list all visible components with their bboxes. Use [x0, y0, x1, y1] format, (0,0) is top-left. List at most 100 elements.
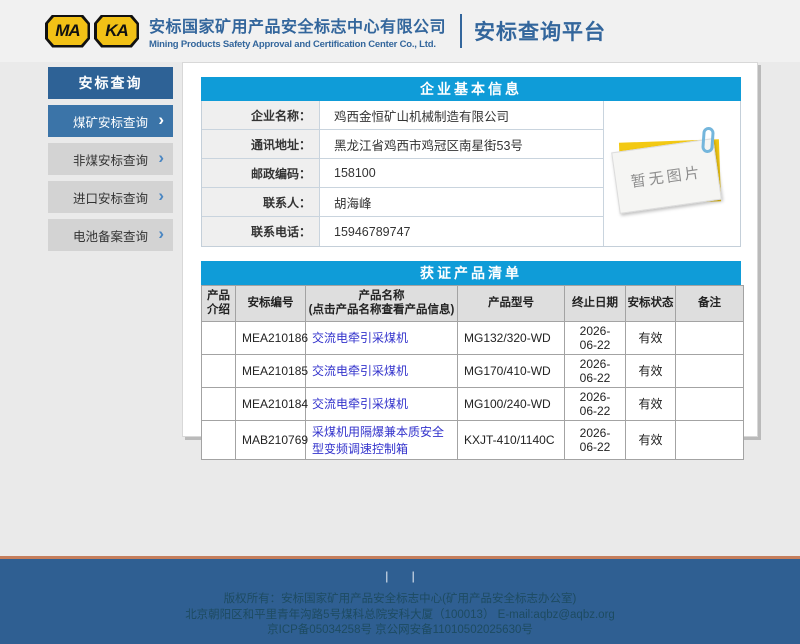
product-remark: [676, 321, 744, 354]
product-row: MEA210184 交流电牵引采煤机 MG100/240-WD 2026-06-…: [202, 387, 744, 420]
main-area: 安标查询 煤矿安标查询 › 非煤安标查询 › 进口安标查询 › 电池备案查询 ›…: [0, 62, 800, 556]
org-name-en: Mining Products Safety Approval and Cert…: [149, 39, 446, 50]
products-header-row: 产品介绍 安标编号 产品名称 (点击产品名称查看产品信息) 产品型号 终止日期 …: [202, 286, 744, 322]
company-photo-cell: 暂无图片: [603, 101, 740, 246]
logo-ka-text: KA: [105, 21, 128, 41]
col-header-remark: 备注: [676, 286, 744, 322]
chevron-right-icon: ›: [158, 186, 164, 206]
sidebar-item[interactable]: 电池备案查询 ›: [48, 219, 173, 251]
product-row: MAB210769 采煤机用隔爆兼本质安全型变频调速控制箱 KXJT-410/1…: [202, 420, 744, 459]
logo-badge-ma: MA: [45, 15, 90, 48]
product-name-link[interactable]: 交流电牵引采煤机: [312, 364, 408, 378]
company-field-value: 鸡西金恒矿山机械制造有限公司: [320, 101, 603, 129]
product-status: 有效: [626, 354, 676, 387]
sidebar-item[interactable]: 煤矿安标查询 ›: [48, 105, 173, 137]
company-info-row: 通讯地址： 黑龙江省鸡西市鸡冠区南星街53号: [202, 130, 603, 159]
product-cert-no: MEA210186: [236, 321, 306, 354]
company-field-label: 通讯地址：: [202, 130, 320, 158]
sidebar-item-label: 进口安标查询: [73, 188, 148, 207]
product-remark: [676, 354, 744, 387]
chevron-right-icon: ›: [158, 148, 164, 168]
col-header-expiry: 终止日期: [565, 286, 626, 322]
company-field-value: 15946789747: [320, 217, 603, 246]
company-info-row: 联系人： 胡海峰: [202, 188, 603, 217]
company-field-value: 胡海峰: [320, 188, 603, 216]
copyright-line3: 京ICP备05034258号 京公网安备11010502025630号: [0, 623, 800, 639]
sidebar-item[interactable]: 非煤安标查询 ›: [48, 143, 173, 175]
company-info-row: 企业名称： 鸡西金恒矿山机械制造有限公司: [202, 101, 603, 130]
col-header-intro: 产品介绍: [202, 286, 236, 322]
company-field-label: 邮政编码：: [202, 159, 320, 187]
products-title: 获证产品清单: [201, 261, 741, 285]
logo-badge-ka: KA: [94, 15, 139, 48]
product-model: MG132/320-WD: [458, 321, 565, 354]
product-name-cell: 交流电牵引采煤机: [306, 354, 458, 387]
company-field-label: 企业名称：: [202, 101, 320, 129]
org-name-cn: 安标国家矿用产品安全标志中心有限公司: [149, 13, 446, 37]
org-title-block: 安标国家矿用产品安全标志中心有限公司 Mining Products Safet…: [149, 13, 446, 50]
header-divider: [460, 14, 462, 48]
product-remark: [676, 420, 744, 459]
sidebar-item[interactable]: 进口安标查询 ›: [48, 181, 173, 213]
footer-separator: |: [385, 569, 388, 583]
maka-logo-icon: MA KA: [45, 15, 139, 48]
col-header-name-line2: (点击产品名称查看产品信息): [307, 303, 456, 317]
col-header-model: 产品型号: [458, 286, 565, 322]
platform-title: 安标查询平台: [474, 16, 606, 46]
company-info-row: 联系电话： 15946789747: [202, 217, 603, 246]
company-info-row: 邮政编码： 158100: [202, 159, 603, 188]
products-table: 产品介绍 安标编号 产品名称 (点击产品名称查看产品信息) 产品型号 终止日期 …: [201, 285, 744, 460]
product-status: 有效: [626, 420, 676, 459]
sidebar-item-label: 非煤安标查询: [73, 150, 148, 169]
company-field-value: 158100: [320, 159, 603, 187]
product-intro-cell: [202, 420, 236, 459]
site-header: MA KA 安标国家矿用产品安全标志中心有限公司 Mining Products…: [0, 0, 800, 62]
product-name-link[interactable]: 交流电牵引采煤机: [312, 397, 408, 411]
company-info-title: 企业基本信息: [201, 77, 741, 101]
product-cert-no: MEA210185: [236, 354, 306, 387]
content-panel: 企业基本信息 企业名称： 鸡西金恒矿山机械制造有限公司 通讯地址： 黑龙江省鸡西…: [182, 62, 758, 437]
product-cert-no: MEA210184: [236, 387, 306, 420]
product-model: KXJT-410/1140C: [458, 420, 565, 459]
product-expiry: 2026-06-22: [565, 354, 626, 387]
product-intro-cell: [202, 354, 236, 387]
chevron-right-icon: ›: [158, 110, 164, 130]
product-expiry: 2026-06-22: [565, 321, 626, 354]
company-field-label: 联系人：: [202, 188, 320, 216]
col-header-status: 安标状态: [626, 286, 676, 322]
paperclip-icon: [701, 127, 715, 154]
product-model: MG100/240-WD: [458, 387, 565, 420]
product-row: MEA210185 交流电牵引采煤机 MG170/410-WD 2026-06-…: [202, 354, 744, 387]
footer-nav: | |: [0, 559, 800, 583]
sidebar-item-label: 电池备案查询: [73, 226, 148, 245]
product-model: MG170/410-WD: [458, 354, 565, 387]
sidebar-title: 安标查询: [48, 67, 173, 99]
product-row: MEA210186 交流电牵引采煤机 MG132/320-WD 2026-06-…: [202, 321, 744, 354]
sidebar: 安标查询 煤矿安标查询 › 非煤安标查询 › 进口安标查询 › 电池备案查询 ›: [48, 67, 173, 257]
site-footer: | | 版权所有：安标国家矿用产品安全标志中心(矿用产品安全标志办公室) 北京朝…: [0, 556, 800, 644]
footer-copyright: 版权所有：安标国家矿用产品安全标志中心(矿用产品安全标志办公室) 北京朝阳区和平…: [0, 592, 800, 639]
product-name-link[interactable]: 交流电牵引采煤机: [312, 331, 408, 345]
product-status: 有效: [626, 387, 676, 420]
product-name-cell: 交流电牵引采煤机: [306, 321, 458, 354]
copyright-line2: 北京朝阳区和平里青年沟路5号煤科总院安科大厦（100013） E-mail:aq…: [0, 608, 800, 624]
logo-ma-text: MA: [55, 21, 79, 41]
company-info-table: 企业名称： 鸡西金恒矿山机械制造有限公司 通讯地址： 黑龙江省鸡西市鸡冠区南星街…: [201, 101, 741, 247]
product-remark: [676, 387, 744, 420]
sidebar-items: 煤矿安标查询 › 非煤安标查询 › 进口安标查询 › 电池备案查询 ›: [48, 105, 173, 251]
chevron-right-icon: ›: [158, 224, 164, 244]
company-info-rows: 企业名称： 鸡西金恒矿山机械制造有限公司 通讯地址： 黑龙江省鸡西市鸡冠区南星街…: [202, 101, 603, 246]
product-intro-cell: [202, 321, 236, 354]
col-header-name: 产品名称 (点击产品名称查看产品信息): [306, 286, 458, 322]
product-intro-cell: [202, 387, 236, 420]
no-image-text: 暂无图片: [629, 161, 703, 192]
product-name-link[interactable]: 采煤机用隔爆兼本质安全型变频调速控制箱: [312, 425, 444, 456]
col-header-name-line1: 产品名称: [307, 289, 456, 303]
footer-separator: |: [412, 569, 415, 583]
product-expiry: 2026-06-22: [565, 387, 626, 420]
sidebar-item-label: 煤矿安标查询: [73, 112, 148, 131]
company-field-value: 黑龙江省鸡西市鸡冠区南星街53号: [320, 130, 603, 158]
product-expiry: 2026-06-22: [565, 420, 626, 459]
product-name-cell: 交流电牵引采煤机: [306, 387, 458, 420]
product-name-cell: 采煤机用隔爆兼本质安全型变频调速控制箱: [306, 420, 458, 459]
